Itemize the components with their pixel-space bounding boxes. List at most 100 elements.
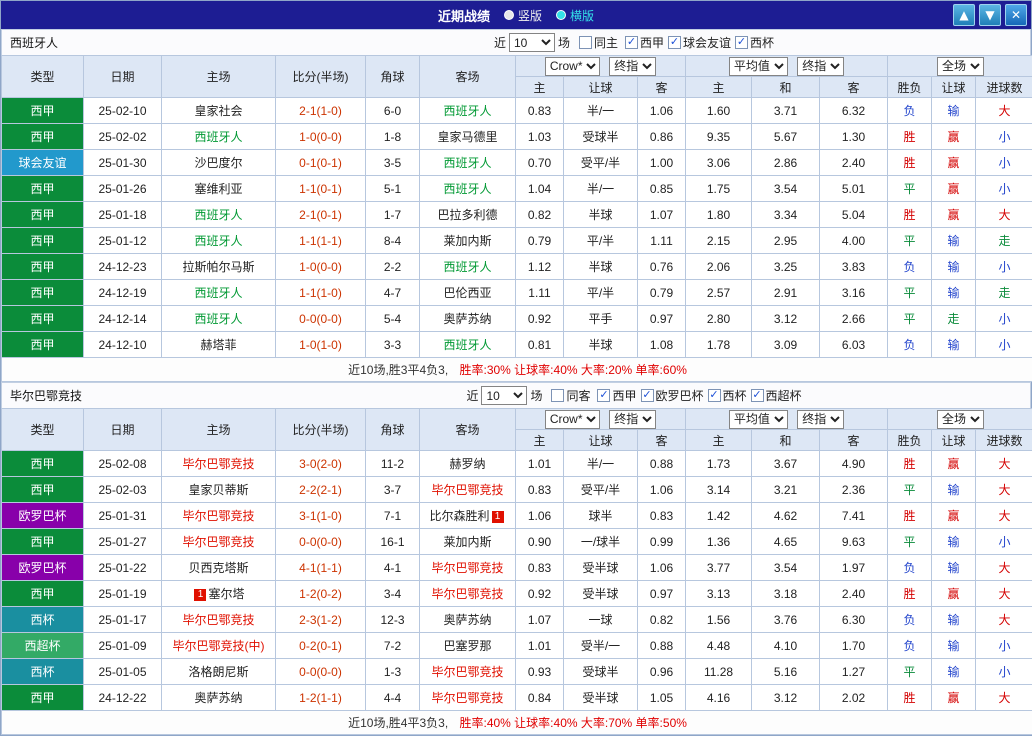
away-team-cell[interactable]: 西班牙人	[420, 150, 516, 176]
close-button[interactable]: ✕	[1005, 4, 1027, 26]
home-team-cell[interactable]: 毕尔巴鄂竞技	[162, 607, 276, 633]
team-name-link[interactable]: 奥萨苏纳	[443, 613, 491, 627]
team-name-link[interactable]: 毕尔巴鄂竞技(中)	[173, 639, 265, 653]
score-cell[interactable]: 1-2(1-1)	[276, 685, 366, 711]
home-team-cell[interactable]: 毕尔巴鄂竞技	[162, 451, 276, 477]
team-name-link[interactable]: 沙巴度尔	[194, 156, 242, 170]
home-team-cell[interactable]: 皇家贝蒂斯	[162, 477, 276, 503]
radio-horizontal-layout[interactable]: 横版	[556, 7, 594, 24]
score-cell[interactable]: 1-1(1-0)	[276, 280, 366, 306]
away-team-cell[interactable]: 毕尔巴鄂竞技	[420, 477, 516, 503]
radio-vertical-layout[interactable]: 竖版	[504, 7, 542, 24]
team-name-link[interactable]: 赫塔菲	[200, 338, 236, 352]
team-name-link[interactable]: 西班牙人	[194, 208, 242, 222]
average-select[interactable]: 平均值	[729, 410, 788, 429]
score-cell[interactable]: 2-3(1-2)	[276, 607, 366, 633]
team-name-link[interactable]: 皇家社会	[194, 104, 242, 118]
away-team-cell[interactable]: 奥萨苏纳	[420, 306, 516, 332]
home-team-cell[interactable]: 塞维利亚	[162, 176, 276, 202]
team-name-link[interactable]: 比尔森胜利	[429, 509, 489, 523]
team-name-link[interactable]: 皇家贝蒂斯	[188, 483, 248, 497]
score-cell[interactable]: 2-1(1-0)	[276, 98, 366, 124]
team-name-link[interactable]: 洛格朗尼斯	[188, 665, 248, 679]
bookmaker-select[interactable]: Crow*	[545, 410, 600, 429]
team-name-link[interactable]: 赫罗纳	[449, 457, 485, 471]
team-name-link[interactable]: 西班牙人	[194, 286, 242, 300]
score-cell[interactable]: 1-0(0-0)	[276, 124, 366, 150]
home-team-cell[interactable]: 贝西克塔斯	[162, 555, 276, 581]
match-count-select[interactable]: 10	[481, 386, 527, 405]
away-team-cell[interactable]: 西班牙人	[420, 176, 516, 202]
home-team-cell[interactable]: 赫塔菲	[162, 332, 276, 358]
score-cell[interactable]: 2-1(0-1)	[276, 202, 366, 228]
away-team-cell[interactable]: 毕尔巴鄂竞技	[420, 685, 516, 711]
scope-select[interactable]: 全场	[937, 410, 984, 429]
score-cell[interactable]: 1-0(1-0)	[276, 332, 366, 358]
score-cell[interactable]: 0-1(0-1)	[276, 150, 366, 176]
scroll-up-button[interactable]: ▲	[953, 4, 975, 26]
team-name-link[interactable]: 拉斯帕尔马斯	[182, 260, 254, 274]
team-name-link[interactable]: 西班牙人	[443, 182, 491, 196]
home-team-cell[interactable]: 奥萨苏纳	[162, 685, 276, 711]
away-team-cell[interactable]: 巴伦西亚	[420, 280, 516, 306]
average-select[interactable]: 平均值	[729, 57, 788, 76]
asian-odds-stage-select[interactable]: 终指	[609, 410, 656, 429]
euro-odds-stage-select[interactable]: 终指	[797, 57, 844, 76]
away-team-cell[interactable]: 毕尔巴鄂竞技	[420, 555, 516, 581]
team-name-link[interactable]: 毕尔巴鄂竞技	[182, 509, 254, 523]
team-name-link[interactable]: 毕尔巴鄂竞技	[431, 665, 503, 679]
away-team-cell[interactable]: 莱加内斯	[420, 228, 516, 254]
away-team-cell[interactable]: 巴塞罗那	[420, 633, 516, 659]
asian-odds-stage-select[interactable]: 终指	[609, 57, 656, 76]
scroll-down-button[interactable]: ▼	[979, 4, 1001, 26]
team-name-link[interactable]: 毕尔巴鄂竞技	[182, 457, 254, 471]
score-cell[interactable]: 0-0(0-0)	[276, 659, 366, 685]
score-cell[interactable]: 0-2(0-1)	[276, 633, 366, 659]
euro-odds-stage-select[interactable]: 终指	[797, 410, 844, 429]
away-team-cell[interactable]: 巴拉多利德	[420, 202, 516, 228]
team-name-link[interactable]: 奥萨苏纳	[443, 312, 491, 326]
team-name-link[interactable]: 巴拉多利德	[437, 208, 497, 222]
league-filter-checkbox[interactable]: ✓西甲	[625, 34, 664, 51]
team-name-link[interactable]: 西班牙人	[443, 260, 491, 274]
team-name-link[interactable]: 毕尔巴鄂竞技	[182, 535, 254, 549]
team-name-link[interactable]: 巴伦西亚	[443, 286, 491, 300]
score-cell[interactable]: 3-1(1-0)	[276, 503, 366, 529]
team-name-link[interactable]: 毕尔巴鄂竞技	[431, 691, 503, 705]
team-name-link[interactable]: 毕尔巴鄂竞技	[431, 483, 503, 497]
team-name-link[interactable]: 西班牙人	[194, 130, 242, 144]
home-team-cell[interactable]: 1塞尔塔	[162, 581, 276, 607]
team-name-link[interactable]: 奥萨苏纳	[194, 691, 242, 705]
league-filter-checkbox[interactable]: ✓西超杯	[751, 387, 802, 404]
away-team-cell[interactable]: 皇家马德里	[420, 124, 516, 150]
same-venue-checkbox[interactable]: 同主	[579, 34, 618, 51]
away-team-cell[interactable]: 莱加内斯	[420, 529, 516, 555]
team-name-link[interactable]: 毕尔巴鄂竞技	[431, 587, 503, 601]
home-team-cell[interactable]: 西班牙人	[162, 280, 276, 306]
score-cell[interactable]: 1-0(0-0)	[276, 254, 366, 280]
team-name-link[interactable]: 莱加内斯	[443, 234, 491, 248]
league-filter-checkbox[interactable]: ✓球会友谊	[668, 34, 731, 51]
team-name-link[interactable]: 皇家马德里	[437, 130, 497, 144]
away-team-cell[interactable]: 比尔森胜利1	[420, 503, 516, 529]
team-name-link[interactable]: 西班牙人	[443, 338, 491, 352]
same-venue-checkbox[interactable]: 同客	[551, 387, 590, 404]
league-filter-checkbox[interactable]: ✓西甲	[597, 387, 636, 404]
home-team-cell[interactable]: 西班牙人	[162, 228, 276, 254]
home-team-cell[interactable]: 西班牙人	[162, 124, 276, 150]
team-name-link[interactable]: 莱加内斯	[443, 535, 491, 549]
score-cell[interactable]: 0-0(0-0)	[276, 306, 366, 332]
away-team-cell[interactable]: 赫罗纳	[420, 451, 516, 477]
team-name-link[interactable]: 贝西克塔斯	[188, 561, 248, 575]
match-count-select[interactable]: 10	[509, 33, 555, 52]
team-name-link[interactable]: 塞维利亚	[194, 182, 242, 196]
home-team-cell[interactable]: 毕尔巴鄂竞技	[162, 503, 276, 529]
bookmaker-select[interactable]: Crow*	[545, 57, 600, 76]
score-cell[interactable]: 3-0(2-0)	[276, 451, 366, 477]
team-name-link[interactable]: 巴塞罗那	[443, 639, 491, 653]
league-filter-checkbox[interactable]: ✓西杯	[735, 34, 774, 51]
away-team-cell[interactable]: 西班牙人	[420, 332, 516, 358]
home-team-cell[interactable]: 皇家社会	[162, 98, 276, 124]
away-team-cell[interactable]: 毕尔巴鄂竞技	[420, 659, 516, 685]
league-filter-checkbox[interactable]: ✓欧罗巴杯	[641, 387, 704, 404]
